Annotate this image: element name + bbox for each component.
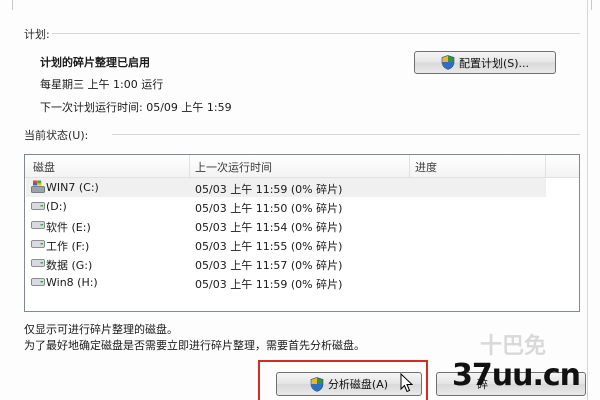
disk-name: (D:) bbox=[46, 200, 67, 213]
mouse-cursor-icon bbox=[400, 373, 414, 393]
disk-row[interactable]: 工作 (F:) 05/03 上午 11:55 (0% 碎片) bbox=[26, 235, 546, 254]
disk-name: 工作 (F:) bbox=[46, 240, 90, 253]
disk-row[interactable]: 数据 (G:) 05/03 上午 11:57 (0% 碎片) bbox=[26, 254, 546, 273]
column-separator[interactable] bbox=[409, 155, 410, 177]
defrag-dialog: 计划: 计划的碎片整理已启用 每星期三 上午 1:00 运行 下一次计划运行时间… bbox=[0, 0, 600, 400]
schedule-section-label: 计划: bbox=[24, 28, 50, 41]
disk-name: 软件 (E:) bbox=[46, 221, 91, 234]
disk-last-run: 05/03 上午 11:59 (0% 碎片) bbox=[195, 183, 343, 196]
system-drive-icon bbox=[31, 180, 45, 193]
disk-last-run: 05/03 上午 11:50 (0% 碎片) bbox=[195, 202, 343, 215]
schedule-frequency: 每星期三 上午 1:00 运行 bbox=[40, 78, 164, 91]
disk-name: Win8 (H:) bbox=[46, 276, 98, 289]
configure-schedule-label: 配置计划(S)... bbox=[458, 56, 530, 70]
disk-row[interactable]: 软件 (E:) 05/03 上午 11:54 (0% 碎片) bbox=[26, 216, 546, 235]
disk-name: WIN7 (C:) bbox=[46, 181, 99, 194]
status-divider bbox=[112, 134, 580, 135]
drive-icon bbox=[31, 278, 45, 286]
column-separator[interactable] bbox=[189, 155, 190, 177]
disk-last-run: 05/03 上午 11:57 (0% 碎片) bbox=[195, 259, 343, 272]
column-header-last-run[interactable]: 上一次运行时间 bbox=[195, 159, 272, 175]
current-status-label: 当前状态(U): bbox=[24, 129, 89, 142]
watermark-faint-text: 十巴免 bbox=[480, 334, 547, 359]
schedule-divider bbox=[52, 33, 580, 34]
disk-last-run: 05/03 上午 11:54 (0% 碎片) bbox=[195, 221, 343, 234]
configure-schedule-button[interactable]: 配置计划(S)... bbox=[414, 51, 556, 74]
column-header-disk[interactable]: 磁盘 bbox=[33, 159, 55, 175]
disk-row[interactable]: Win8 (H:) 05/03 上午 11:59 (0% 碎片) bbox=[26, 273, 546, 292]
disk-list-header: 磁盘 上一次运行时间 进度 bbox=[25, 155, 579, 178]
drive-icon bbox=[31, 240, 45, 248]
drive-icon bbox=[31, 259, 45, 267]
disk-name: 数据 (G:) bbox=[46, 259, 93, 272]
column-header-progress[interactable]: 进度 bbox=[415, 159, 437, 175]
disk-last-run: 05/03 上午 11:55 (0% 碎片) bbox=[195, 240, 343, 253]
watermark-site-text: 37uu.cn bbox=[452, 358, 581, 393]
note-defrag-disks-only: 仅显示可进行碎片整理的磁盘。 bbox=[24, 323, 178, 336]
schedule-next-run: 下一次计划运行时间: 05/09 上午 1:59 bbox=[40, 101, 232, 114]
uac-shield-icon bbox=[441, 55, 455, 70]
disk-row[interactable]: WIN7 (C:) 05/03 上午 11:59 (0% 碎片) bbox=[26, 178, 546, 197]
column-separator[interactable] bbox=[545, 155, 546, 177]
drive-icon bbox=[31, 221, 45, 229]
note-analyze-first: 为了最好地确定磁盘是否需要立即进行碎片整理，需要首先分析磁盘。 bbox=[24, 339, 365, 352]
schedule-status: 计划的碎片整理已启用 bbox=[40, 56, 150, 69]
disk-last-run: 05/03 上午 11:59 (0% 碎片) bbox=[195, 278, 343, 291]
disk-list[interactable]: 磁盘 上一次运行时间 进度 WIN7 (C:) 05/03 上午 11:59 (… bbox=[24, 154, 580, 312]
window-frame-right bbox=[587, 0, 588, 400]
disk-row[interactable]: (D:) 05/03 上午 11:50 (0% 碎片) bbox=[26, 197, 546, 216]
drive-icon bbox=[31, 202, 45, 210]
window-frame-top bbox=[12, 0, 592, 10]
